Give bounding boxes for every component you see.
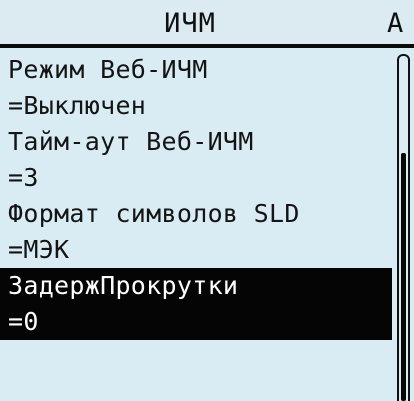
menu-item-label: Тайм-аут Веб-ИЧМ [8,127,254,156]
menu-item-value: =3 [8,163,39,192]
scrollbar[interactable] [397,54,410,401]
menu-item-web-hmi-mode[interactable]: Режим Веб-ИЧМ =Выключен [0,52,392,124]
next-menu-tab[interactable]: A [387,8,403,39]
menu-item-scroll-delay[interactable]: ЗадержПрокрутки =0 [0,268,392,340]
menu-item-value: =Выключен [8,91,147,120]
menu-item-label: Режим Веб-ИЧМ [8,55,208,84]
settings-menu: Режим Веб-ИЧМ =Выключен Тайм-аут Веб-ИЧМ… [0,52,392,340]
menu-item-value: =0 [0,304,392,340]
menu-item-value: =МЭК [8,235,70,264]
header-divider [0,44,414,48]
scrollbar-thumb[interactable] [401,153,406,401]
menu-item-label: ЗадержПрокрутки [0,268,392,304]
menu-header: ИЧМ A [0,0,414,48]
menu-item-sld-symbol-format[interactable]: Формат символов SLD =МЭК [0,196,392,268]
hmi-screen: ИЧМ A Режим Веб-ИЧМ =Выключен Тайм-аут В… [0,0,414,401]
menu-title: ИЧМ [164,8,216,39]
menu-item-label: Формат символов SLD [8,199,300,228]
menu-item-web-hmi-timeout[interactable]: Тайм-аут Веб-ИЧМ =3 [0,124,392,196]
